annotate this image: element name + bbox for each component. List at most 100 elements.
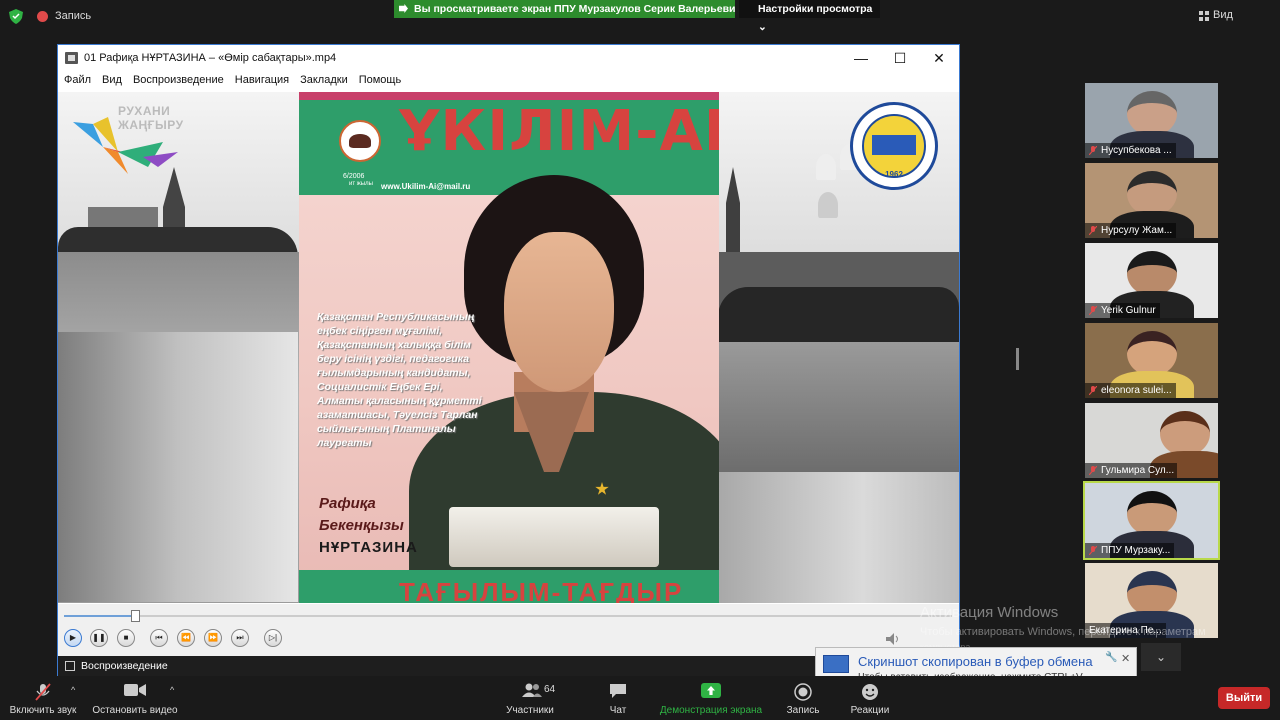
toast-title: Скриншот скопирован в буфер обмена [858, 654, 1093, 669]
university-year: 1962 [885, 170, 903, 179]
menu-bookmarks[interactable]: Закладки [294, 71, 353, 86]
share-screen-label: Демонстрация экрана [659, 705, 763, 716]
participant-name: ППУ Мурзаку... [1101, 545, 1171, 556]
participants-label: Участники [506, 705, 554, 716]
record-label: Запись [786, 705, 820, 716]
participant-name: Нурсулу Жам... [1101, 225, 1173, 236]
previous-button[interactable]: ⏮ [150, 629, 168, 647]
share-screen-button[interactable]: Демонстрация экрана [655, 676, 767, 720]
play-button[interactable]: ▶ [64, 629, 82, 647]
rukhani-text: РУХАНИ ЖАҢҒЫРУ [118, 104, 184, 132]
magazine-emblem [339, 120, 381, 162]
unmute-label: Включить звук [9, 705, 77, 716]
share-arrow-icon [399, 4, 408, 13]
leave-button[interactable]: Выйти [1218, 687, 1270, 709]
magazine-cover: ҰКІЛІМ-АИ 6/2006 ит жылы www.Ukilim-Ai@m… [299, 92, 719, 603]
mic-muted-icon [1089, 466, 1097, 475]
magazine-name-first: Рафиқа [319, 495, 376, 512]
view-options-button[interactable]: Настройки просмотра ⌄ [739, 0, 880, 33]
magazine-name-last: НҰРТАЗИНА [319, 539, 418, 556]
unmute-button[interactable]: Включить звук [0, 676, 86, 720]
participants-button[interactable]: Участники [500, 676, 560, 720]
video-frame[interactable]: РУХАНИ ЖАҢҒЫРУ 1962 ҰКІЛІМ-АИ 6/2006 ит … [58, 92, 959, 603]
magazine-name-patronymic: Бекенқызы [319, 517, 404, 534]
mic-muted-icon [1089, 306, 1097, 315]
security-shield-icon[interactable] [9, 9, 23, 24]
pause-button[interactable]: ❚❚ [90, 629, 108, 647]
split-handle[interactable] [1016, 348, 1019, 370]
menu-navigation[interactable]: Навигация [229, 71, 294, 86]
grid-icon[interactable] [1199, 11, 1209, 21]
minimize-button[interactable]: — [841, 45, 881, 71]
participant-name: Гульмира Сул... [1101, 465, 1175, 476]
video-options-caret-icon[interactable]: ^ [170, 685, 174, 695]
participant-tile-active-speaker[interactable]: ППУ Мурзаку... [1083, 481, 1220, 560]
chat-icon [610, 684, 626, 698]
top-bar: Запись Вы просматриваете экран ППУ Мурза… [0, 0, 1280, 33]
file-icon [65, 661, 75, 671]
player-status: Воспроизведение [81, 660, 168, 672]
seek-handle[interactable] [131, 610, 140, 622]
player-menubar: Файл Вид Воспроизведение Навигация Закладки П… [58, 71, 959, 91]
participant-tile[interactable]: Yerik Gulnur [1085, 243, 1218, 318]
seek-bar[interactable] [64, 615, 952, 617]
magazine-issue: 6/2006 [343, 173, 365, 180]
volume-icon[interactable] [886, 633, 902, 645]
seek-progress [64, 615, 135, 617]
view-options-label: Настройки просмотра [758, 3, 873, 15]
fast-forward-button[interactable]: ⏩ [204, 629, 222, 647]
mic-muted-icon [1089, 146, 1097, 155]
stop-video-button[interactable]: Остановить видео [88, 676, 182, 720]
participant-tile[interactable]: eleonora sulei... [1085, 323, 1218, 398]
participant-name: Yerik Gulnur [1101, 305, 1156, 316]
magazine-issue-sub: ит жылы [349, 181, 373, 187]
view-button[interactable]: Вид [1213, 9, 1233, 21]
windows-activation-title: Активация Windows [920, 604, 1059, 621]
chat-label: Чат [609, 705, 627, 716]
film-icon [65, 52, 78, 64]
magazine-title: ҰКІЛІМ-АИ [399, 99, 719, 164]
reactions-icon [862, 684, 878, 700]
menu-playback[interactable]: Воспроизведение [127, 71, 229, 86]
reactions-button[interactable]: Реакции [842, 676, 898, 720]
participants-icon [522, 683, 542, 697]
share-screen-icon [701, 683, 721, 698]
frame-step-button[interactable]: ▷| [264, 629, 282, 647]
stop-button[interactable]: ■ [117, 629, 135, 647]
participant-tile[interactable]: Гульмира Сул... [1085, 403, 1218, 478]
record-button[interactable]: Запись [778, 676, 828, 720]
menu-view[interactable]: Вид [96, 71, 127, 86]
reactions-label: Реакции [850, 705, 890, 716]
stop-video-label: Остановить видео [92, 705, 178, 716]
participant-name: Нусупбекова ... [1101, 145, 1172, 156]
maximize-button[interactable]: ☐ [880, 45, 920, 71]
recording-label: Запись [55, 10, 92, 22]
meeting-toolbar: Включить звук ^ Остановить видео ^ Участ… [0, 676, 1280, 720]
magazine-bio: Қазақстан Республикасының еңбек сіңірген… [317, 311, 482, 449]
participant-tile[interactable]: Нусупбекова ... [1085, 83, 1218, 158]
mic-muted-icon [1089, 546, 1097, 555]
rewind-button[interactable]: ⏪ [177, 629, 195, 647]
pin-icon[interactable]: 🔧 [1105, 652, 1117, 663]
mic-options-caret-icon[interactable]: ^ [71, 685, 75, 695]
player-titlebar: 01 Рафиқа НҰРТАЗИНА – «Өмір сабақтары».m… [58, 45, 959, 71]
magazine-site: www.Ukilim-Ai@mail.ru [381, 182, 471, 191]
windows-activation-line1: Чтобы активировать Windows, перейдите к … [920, 626, 1206, 638]
media-player-window: 01 Рафиқа НҰРТАЗИНА – «Өмір сабақтары».m… [57, 44, 960, 676]
chevron-down-icon: ⌄ [758, 21, 767, 33]
recording-icon [37, 11, 48, 22]
close-button[interactable]: ✕ [919, 45, 959, 71]
mic-muted-icon [1089, 226, 1097, 235]
chat-button[interactable]: Чат [594, 676, 642, 720]
share-banner: Вы просматриваете экран ППУ Мурзакулов С… [394, 0, 735, 18]
participant-tile[interactable]: Нурсулу Жам... [1085, 163, 1218, 238]
toast-close-icon[interactable]: ✕ [1121, 652, 1130, 665]
menu-file[interactable]: Файл [58, 71, 96, 86]
screenshot-icon [823, 655, 849, 673]
share-banner-text: Вы просматриваете экран ППУ Мурзакулов С… [414, 3, 735, 15]
player-title: 01 Рафиқа НҰРТАЗИНА – «Өмір сабақтары».m… [84, 52, 337, 64]
magazine-bottom-text: ТАҒЫЛЫМ-ТАҒДЫР [399, 577, 684, 603]
menu-help[interactable]: Помощь [353, 71, 407, 86]
next-button[interactable]: ⏭ [231, 629, 249, 647]
chevron-down-button[interactable]: ⌄ [1141, 643, 1181, 671]
